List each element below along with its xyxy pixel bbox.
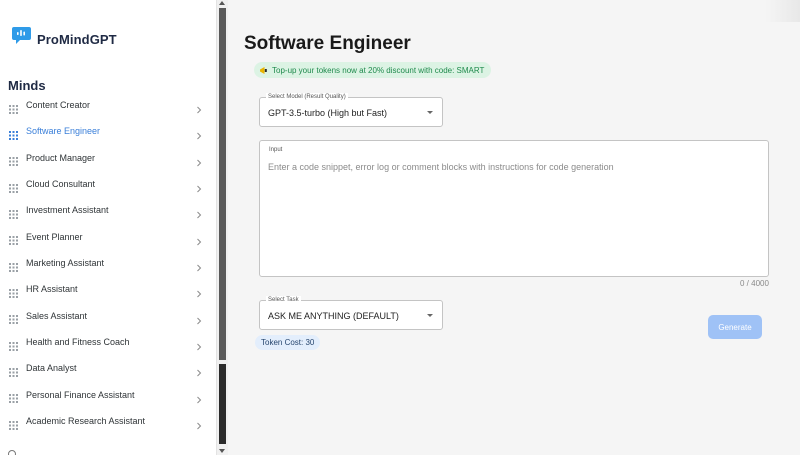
chevron-right-icon (195, 338, 203, 351)
scrollbar-thumb[interactable] (219, 364, 226, 444)
sidebar-item-label: Event Planner (26, 231, 83, 242)
grid-icon (9, 285, 18, 298)
sidebar-item-content-creator[interactable]: Content Creator (0, 92, 216, 118)
sidebar-item-label: Academic Research Assistant (26, 416, 146, 427)
grid-icon (9, 153, 18, 167)
sidebar-item-event-planner[interactable]: Event Planner (0, 224, 216, 250)
sidebar-item-label: Marketing Assistant (26, 258, 105, 269)
character-counter: 0 / 4000 (740, 279, 769, 288)
sidebar-item-sales-assistant[interactable]: Sales Assistant (0, 303, 216, 329)
scroll-down-arrow-icon[interactable] (219, 449, 225, 453)
model-select-label: Select Model (Result Quality) (266, 93, 348, 101)
page-title: Software Engineer (244, 33, 411, 54)
task-select-value: ASK ME ANYTHING (DEFAULT) (268, 311, 399, 321)
generate-button[interactable]: Generate (708, 315, 762, 339)
scrollbar-track-upper[interactable] (219, 8, 226, 360)
sidebar: ProMindGPT Minds Content Creator Softwar… (0, 0, 217, 455)
chevron-right-icon (195, 312, 203, 325)
grid-icon (9, 206, 18, 219)
grid-icon (9, 417, 18, 430)
grid-icon (9, 259, 18, 272)
chevron-right-icon (195, 391, 203, 404)
grid-icon (9, 101, 18, 114)
sidebar-item-label: Data Analyst (26, 363, 77, 374)
sidebar-item-cloud-consultant[interactable]: Cloud Consultant (0, 171, 216, 197)
grid-icon (9, 338, 18, 351)
sidebar-item-hr-assistant[interactable]: HR Assistant (0, 276, 216, 302)
sidebar-item-label: Health and Fitness Coach (26, 337, 130, 348)
caret-down-icon (427, 111, 433, 114)
sidebar-item-label: Software Engineer (26, 126, 101, 137)
brand-name: ProMindGPT (37, 31, 117, 47)
chevron-right-icon (195, 364, 203, 377)
sidebar-scrollbar[interactable] (217, 0, 228, 455)
model-select[interactable]: Select Model (Result Quality) GPT-3.5-tu… (259, 93, 443, 127)
minds-nav: Content Creator Software Engineer Produc… (0, 92, 216, 434)
sidebar-item-label: Cloud Consultant (26, 179, 96, 190)
sidebar-item-product-manager[interactable]: Product Manager (0, 145, 216, 171)
sidebar-item-academic-research-assistant[interactable]: Academic Research Assistant (0, 408, 216, 434)
token-cost-badge: Token Cost: 30 (255, 335, 321, 350)
grid-icon (9, 311, 18, 325)
sidebar-item-label: Product Manager (26, 152, 96, 163)
chevron-right-icon (195, 285, 203, 298)
brand[interactable]: ProMindGPT (11, 25, 117, 47)
sidebar-item-health-and-fitness-coach[interactable]: Health and Fitness Coach (0, 329, 216, 355)
sidebar-item-label: Sales Assistant (26, 310, 88, 321)
chevron-right-icon (195, 233, 203, 246)
chevron-right-icon (195, 206, 203, 219)
sidebar-item-personal-finance-assistant[interactable]: Personal Finance Assistant (0, 382, 216, 408)
sidebar-item-label: HR Assistant (26, 284, 78, 295)
megaphone-icon (259, 66, 268, 75)
chevron-right-icon (195, 154, 203, 167)
sidebar-item-marketing-assistant[interactable]: Marketing Assistant (0, 250, 216, 276)
grid-icon (9, 127, 18, 140)
sidebar-item-investment-assistant[interactable]: Investment Assistant (0, 197, 216, 223)
sidebar-item-software-engineer[interactable]: Software Engineer (0, 118, 216, 144)
model-select-value: GPT-3.5-turbo (High but Fast) (268, 108, 388, 118)
promo-banner: Top-up your tokens now at 20% discount w… (254, 62, 492, 78)
chevron-right-icon (195, 101, 203, 114)
task-select-label: Select Task (266, 296, 301, 304)
grid-icon (9, 232, 18, 246)
input-textarea[interactable]: Input Enter a code snippet, error log or… (259, 140, 769, 277)
brain-chat-logo-icon (11, 25, 33, 47)
task-select[interactable]: Select Task ASK ME ANYTHING (DEFAULT) (259, 296, 443, 330)
minds-heading: Minds (8, 78, 46, 93)
input-label: Input (267, 146, 285, 154)
sidebar-item-label: Personal Finance Assistant (26, 389, 135, 400)
scroll-up-arrow-icon[interactable] (219, 1, 225, 5)
grid-icon (9, 180, 18, 193)
sidebar-item-data-analyst[interactable]: Data Analyst (0, 355, 216, 381)
grid-icon (9, 390, 18, 404)
partial-icon (8, 450, 16, 455)
sidebar-item-label: Content Creator (26, 100, 91, 111)
promo-text: Top-up your tokens now at 20% discount w… (272, 65, 485, 75)
chevron-right-icon (195, 127, 203, 140)
chevron-right-icon (195, 417, 203, 430)
caret-down-icon (427, 314, 433, 317)
sidebar-item-label: Investment Assistant (26, 205, 109, 216)
chevron-right-icon (195, 259, 203, 272)
input-placeholder: Enter a code snippet, error log or comme… (268, 162, 614, 172)
grid-icon (9, 364, 18, 377)
window-corner-shadow (765, 0, 800, 22)
chevron-right-icon (195, 180, 203, 193)
